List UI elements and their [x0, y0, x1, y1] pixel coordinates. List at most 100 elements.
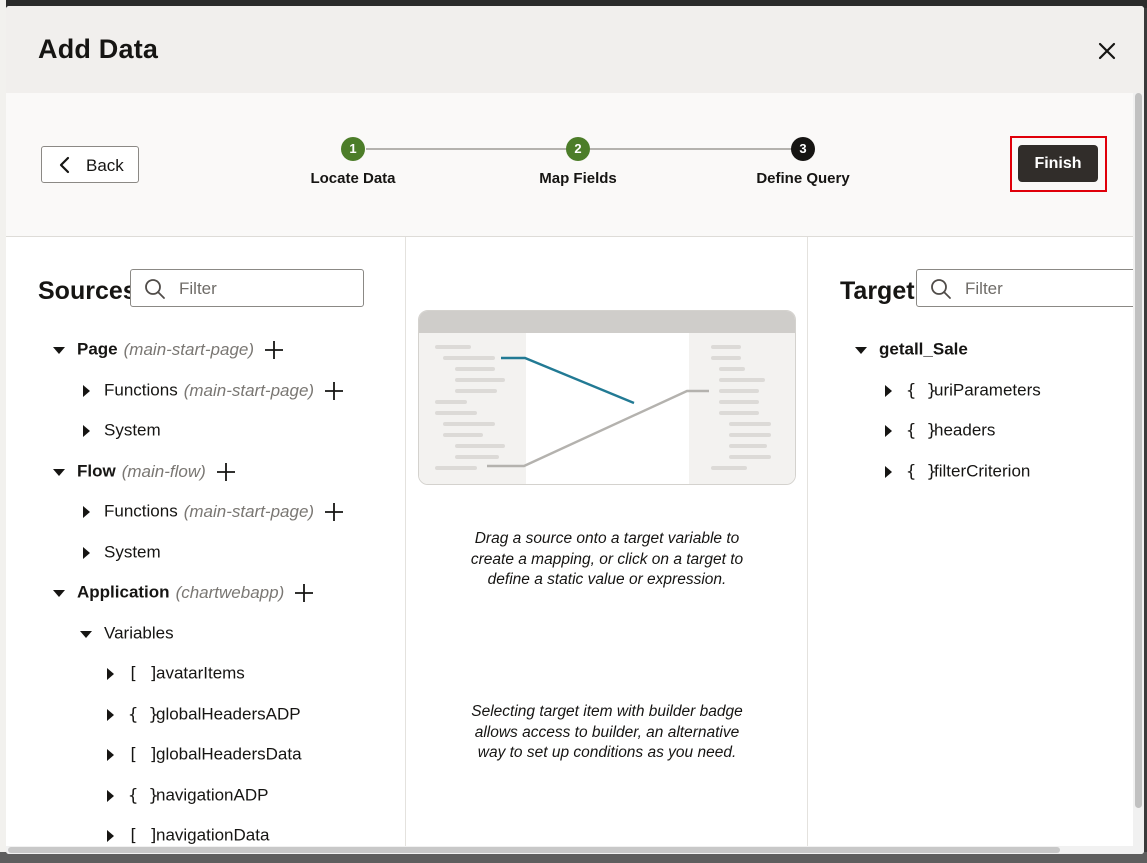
close-icon	[1098, 42, 1116, 60]
tree-item-variable[interactable]: [ ]navigationData	[104, 825, 269, 846]
add-icon[interactable]	[324, 381, 344, 401]
tree-item-label: navigationData	[156, 825, 270, 845]
tree-item-variable[interactable]: [ ]globalHeadersData	[104, 744, 302, 768]
array-type-icon: [ ]	[128, 744, 159, 765]
add-icon[interactable]	[264, 340, 284, 360]
caret-right-icon[interactable]	[80, 424, 92, 437]
add-data-dialog: Add Data Back 1 Locate Data 2 Map Fields…	[6, 6, 1144, 854]
caret-right-icon[interactable]	[882, 424, 894, 437]
step-map-fields[interactable]: 2 Map Fields	[478, 137, 678, 197]
close-button[interactable]	[1092, 36, 1122, 66]
caret-right-icon[interactable]	[104, 789, 116, 802]
array-type-icon: [ ]	[128, 663, 159, 684]
caret-right-icon[interactable]	[80, 546, 92, 559]
tree-item-context: (chartwebapp)	[175, 582, 285, 602]
tree-item-label: Page	[77, 339, 118, 359]
tree-item-label: globalHeadersData	[156, 744, 302, 764]
tree-item-variable[interactable]: [ ]avatarItems	[104, 663, 245, 687]
tree-item-application[interactable]: Application (chartwebapp)	[53, 582, 314, 606]
tree-item-label: Functions	[104, 501, 178, 521]
step-number: 1	[341, 137, 365, 161]
tree-item-label: Flow	[77, 461, 116, 481]
add-icon[interactable]	[324, 502, 344, 522]
tree-item-context: (main-start-page)	[123, 339, 255, 359]
add-icon[interactable]	[294, 583, 314, 603]
caret-down-icon[interactable]	[53, 344, 65, 356]
step-number: 2	[566, 137, 590, 161]
caret-right-icon[interactable]	[104, 708, 116, 721]
filter-placeholder: Filter	[179, 279, 217, 298]
object-type-icon: { }	[906, 461, 937, 482]
dialog-title: Add Data	[38, 34, 159, 64]
target-title: Target	[840, 277, 915, 305]
mapping-hint-text: Drag a source onto a target variable to …	[470, 530, 744, 588]
add-icon[interactable]	[216, 462, 236, 482]
search-icon	[931, 279, 951, 299]
target-panel: Target Filter getall_Sale { }uriParamete…	[808, 237, 1133, 846]
caret-right-icon[interactable]	[104, 748, 116, 761]
tree-item-context: (main-flow)	[121, 461, 206, 481]
caret-right-icon[interactable]	[80, 384, 92, 397]
object-type-icon: { }	[128, 704, 159, 725]
caret-right-icon[interactable]	[104, 829, 116, 842]
horizontal-scrollbar-thumb[interactable]	[8, 847, 1060, 853]
tree-item-variable[interactable]: { }navigationADP	[104, 785, 268, 809]
object-type-icon: { }	[906, 420, 937, 441]
filter-placeholder: Filter	[965, 279, 1003, 298]
caret-right-icon[interactable]	[104, 667, 116, 680]
tree-item-label: Application	[77, 582, 170, 602]
step-label: Locate Data	[310, 170, 396, 187]
object-type-icon: { }	[128, 785, 159, 806]
tree-item-context: (main-start-page)	[183, 380, 315, 400]
caret-down-icon[interactable]	[53, 466, 65, 478]
caret-down-icon[interactable]	[53, 587, 65, 599]
tree-item-system[interactable]: System	[80, 420, 161, 444]
mapping-illustration-graphic	[419, 311, 795, 484]
chevron-left-icon	[59, 156, 70, 174]
tree-item-label: headers	[934, 420, 996, 440]
caret-right-icon[interactable]	[882, 465, 894, 478]
array-type-icon: [ ]	[128, 825, 159, 846]
tree-item-label: filterCriterion	[934, 461, 1031, 481]
caret-down-icon[interactable]	[855, 344, 867, 356]
mapping-illustration	[418, 310, 796, 485]
tree-item-flow[interactable]: Flow (main-flow)	[53, 461, 236, 485]
tree-item-label: navigationADP	[156, 785, 269, 805]
caret-right-icon[interactable]	[882, 384, 894, 397]
sources-panel: Sources Filter Page (main-start-page) Fun…	[6, 237, 406, 846]
caret-down-icon[interactable]	[80, 628, 92, 640]
step-label: Define Query	[756, 170, 850, 187]
tree-item-context: (main-start-page)	[183, 501, 315, 521]
tree-item-page[interactable]: Page (main-start-page)	[53, 339, 284, 363]
tree-item-variable[interactable]: { }globalHeadersADP	[104, 704, 301, 728]
step-number: 3	[791, 137, 815, 161]
finish-button[interactable]: Finish	[1018, 145, 1098, 182]
caret-right-icon[interactable]	[80, 505, 92, 518]
tree-item-label: getall_Sale	[879, 339, 968, 359]
tree-item-functions[interactable]: Functions (main-start-page)	[80, 501, 344, 525]
tree-item-system[interactable]: System	[80, 542, 161, 566]
sources-filter-input[interactable]: Filter	[130, 269, 364, 307]
target-filter-input[interactable]: Filter	[916, 269, 1133, 307]
step-locate-data[interactable]: 1 Locate Data	[253, 137, 453, 197]
tree-item-filter-criterion[interactable]: { }filterCriterion	[882, 461, 1030, 485]
tree-item-label: System	[104, 420, 161, 440]
dialog-header: Add Data	[6, 6, 1144, 93]
tree-item-variables[interactable]: Variables	[80, 623, 174, 647]
vertical-scrollbar[interactable]	[1133, 93, 1144, 854]
vertical-scrollbar-thumb[interactable]	[1135, 93, 1142, 808]
step-define-query[interactable]: 3 Define Query	[703, 137, 903, 197]
tree-item-label: globalHeadersADP	[156, 704, 301, 724]
tree-item-label: Functions	[104, 380, 178, 400]
tree-item-label: uriParameters	[934, 380, 1041, 400]
back-button[interactable]: Back	[41, 146, 139, 183]
tree-item-headers[interactable]: { }headers	[882, 420, 995, 444]
tree-item-getall-sale[interactable]: getall_Sale	[855, 339, 968, 363]
mapping-help-panel: Drag a source onto a target variable to …	[406, 237, 808, 846]
tree-item-label: Variables	[104, 623, 174, 643]
tree-item-label: avatarItems	[156, 663, 245, 683]
back-button-label: Back	[86, 156, 124, 175]
tree-item-uri-parameters[interactable]: { }uriParameters	[882, 380, 1041, 404]
tree-item-functions[interactable]: Functions (main-start-page)	[80, 380, 344, 404]
horizontal-scrollbar[interactable]	[6, 846, 1133, 854]
